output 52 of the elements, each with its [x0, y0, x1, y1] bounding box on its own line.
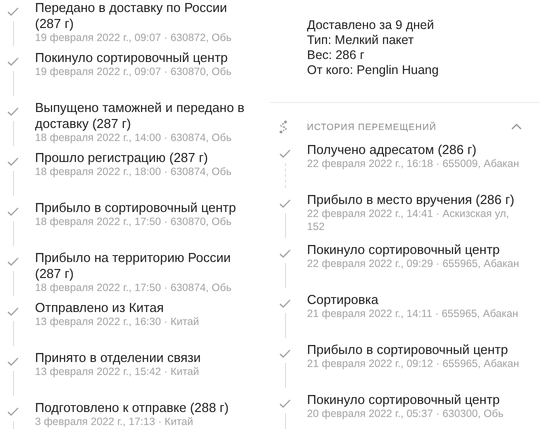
check-icon: [279, 349, 291, 358]
chevron-icon[interactable]: [511, 123, 522, 130]
check-icon: [279, 399, 291, 408]
event-details: 3 февраля 2022 г., 17:13 · Китай: [35, 416, 194, 429]
event-title: Передано в доставку по России (287 г): [35, 0, 228, 32]
event-title: Выпущено таможней и передано в доставку (287 г): [35, 100, 246, 132]
check-icon: [279, 199, 291, 208]
event-title: Покинуло сортировочный центр: [307, 242, 501, 258]
event-details: 13 февраля 2022 г., 16:30 · Китай: [35, 316, 200, 329]
event-details: 18 февраля 2022 г., 17:50 · 630870, Обь: [35, 216, 233, 229]
check-icon: [7, 207, 19, 216]
event-details: 18 февраля 2022 г., 14:00 · 630874, Обь: [35, 132, 233, 145]
check-icon: [279, 299, 291, 308]
check-icon: [279, 249, 291, 258]
event-details: 22 февраля 2022 г., 14:41 · Аскизская ул, 152: [307, 208, 510, 234]
event-title: Прибыло на территорию России (287 г): [35, 250, 232, 282]
event-details: 20 февраля 2022 г., 05:37 · 630300, Обь: [307, 408, 505, 421]
check-icon: [7, 107, 19, 116]
check-icon: [7, 407, 19, 416]
event-title: Сортировка: [307, 292, 380, 308]
event-details: 22 февраля 2022 г., 16:18 · 655009, Абакан: [307, 158, 520, 171]
check-icon: [7, 7, 19, 16]
event-title: Прибыло в место вручения (286 г): [307, 192, 516, 208]
event-details: 18 февраля 2022 г., 18:00 · 630874, Обь: [35, 166, 233, 179]
event-title: Прибыло в сортировочный центр: [307, 342, 509, 358]
route-icon: [278, 120, 289, 134]
info-line: От кого: Penglin Huang: [307, 63, 440, 78]
check-icon: [7, 257, 19, 266]
event-details: 19 февраля 2022 г., 09:07 · 630870, Обь: [35, 66, 233, 79]
section-title: ИСТОРИЯ ПЕРЕМЕЩЕНИЙ: [307, 122, 438, 132]
event-details: 22 февраля 2022 г., 09:29 · 655965, Абакан: [307, 258, 520, 271]
check-icon: [7, 307, 19, 316]
event-title: Покинуло сортировочный центр: [35, 50, 229, 66]
event-details: 19 февраля 2022 г., 09:07 · 630872, Обь: [35, 32, 233, 45]
event-title: Отправлено из Китая: [35, 300, 165, 316]
info-line: Доставлено за 9 дней: [307, 18, 435, 33]
event-title: Подготовлено к отправке (288 г): [35, 400, 230, 416]
check-icon: [7, 57, 19, 66]
event-details: 21 февраля 2022 г., 14:11 · 655965, Абакан: [307, 308, 520, 321]
check-icon: [7, 157, 19, 166]
event-details: 18 февраля 2022 г., 17:50 · 630874, Обь: [35, 282, 233, 295]
info-line: Вес: 286 г: [307, 48, 366, 63]
event-title: Получено адресатом (286 г): [307, 142, 478, 158]
event-title: Покинуло сортировочный центр: [307, 392, 501, 408]
check-icon: [7, 357, 19, 366]
event-title: Прибыло в сортировочный центр: [35, 200, 237, 216]
check-icon: [279, 149, 291, 158]
info-line: Тип: Мелкий пакет: [307, 33, 415, 48]
event-title: Прошло регистрацию (287 г): [35, 150, 209, 166]
event-details: 21 февраля 2022 г., 09:12 · 655965, Абакан: [307, 358, 520, 371]
event-title: Принято в отделении связи: [35, 350, 202, 366]
event-details: 13 февраля 2022 г., 15:42 · Китай: [35, 366, 200, 379]
